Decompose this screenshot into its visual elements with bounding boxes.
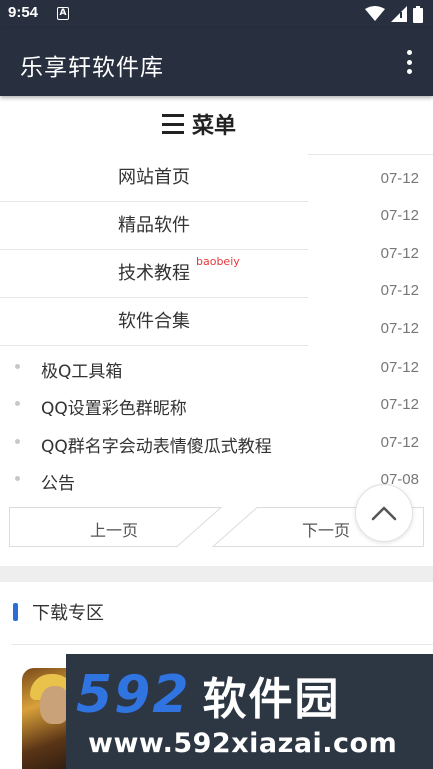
section-divider (0, 566, 433, 582)
list-item-date: 07-12 (380, 282, 419, 300)
divider (308, 154, 433, 155)
app-title: 乐享轩软件库 (20, 55, 164, 81)
hamburger-icon (162, 114, 184, 134)
article-list: 极Q工具箱 07-12 QQ设置彩色群昵称 07-12 QQ群名字会动表情傻瓜式… (0, 351, 433, 501)
article-title[interactable]: QQ群名字会动表情傻瓜式教程 (41, 432, 272, 457)
menu-item-label: 精品软件 (118, 215, 190, 236)
watermark-digits: 592 (76, 665, 191, 725)
app-bar: 乐享轩软件库 (0, 28, 433, 96)
system-icons (365, 5, 423, 23)
bullet-icon (15, 438, 20, 444)
menu-item-collections[interactable]: 软件合集 (0, 298, 308, 346)
article-title[interactable]: QQ设置彩色群昵称 (41, 394, 187, 419)
menu-list: 网站首页 精品软件 技术教程 baobeiy 软件合集 (0, 154, 308, 346)
battery-icon (413, 5, 423, 23)
watermark: 592 软件园 www.592xiazai.com (66, 654, 433, 769)
article-title[interactable]: 公告 (41, 469, 75, 494)
wifi-icon (365, 6, 385, 21)
list-item[interactable]: QQ群名字会动表情傻瓜式教程 07-12 (0, 426, 433, 463)
article-title[interactable]: 极Q工具箱 (41, 357, 122, 382)
menu-item-label: 技术教程 (118, 263, 190, 284)
chevron-up-icon (371, 506, 397, 521)
back-to-top-button[interactable] (355, 484, 413, 542)
more-vertical-icon[interactable] (405, 50, 413, 74)
menu-item-home[interactable]: 网站首页 (0, 154, 308, 202)
bullet-icon (15, 476, 20, 482)
bullet-icon (15, 364, 20, 369)
download-section-header: 下载专区 (13, 600, 104, 624)
prev-page-button[interactable]: 上一页 (69, 517, 159, 541)
divider (12, 644, 433, 645)
list-item[interactable]: QQ设置彩色群昵称 07-12 (0, 388, 433, 425)
menu-item-featured-software[interactable]: 精品软件 (0, 202, 308, 250)
section-accent-bar (13, 603, 18, 621)
menu-item-badge: baobeiy (196, 255, 240, 268)
article-date: 07-12 (380, 359, 419, 376)
section-title: 下载专区 (32, 603, 104, 624)
list-item-date: 07-12 (380, 244, 419, 262)
notification-icon: A (57, 7, 69, 20)
menu-item-label: 网站首页 (118, 167, 190, 188)
signal-icon (391, 6, 407, 22)
bullet-icon (15, 401, 20, 407)
menu-item-label: 软件合集 (118, 311, 190, 332)
status-bar: 9:54 A (0, 0, 433, 28)
status-time: 9:54 (8, 4, 39, 21)
list-item[interactable]: 极Q工具箱 07-12 (0, 351, 433, 388)
list-item-date: 07-12 (380, 207, 419, 225)
watermark-url: www.592xiazai.com (88, 728, 398, 759)
watermark-brand: 592 软件园 (76, 665, 426, 725)
menu-header[interactable]: 菜单 (162, 110, 237, 139)
article-date: 07-12 (380, 433, 419, 451)
date-column: 07-12 07-12 07-12 07-12 07-12 (359, 170, 419, 357)
menu-item-tutorials[interactable]: 技术教程 baobeiy (0, 250, 308, 298)
watermark-brand-text: 软件园 (202, 674, 341, 725)
list-item-date: 07-12 (380, 170, 419, 187)
menu-title: 菜单 (192, 114, 237, 139)
article-date: 07-12 (380, 396, 419, 414)
